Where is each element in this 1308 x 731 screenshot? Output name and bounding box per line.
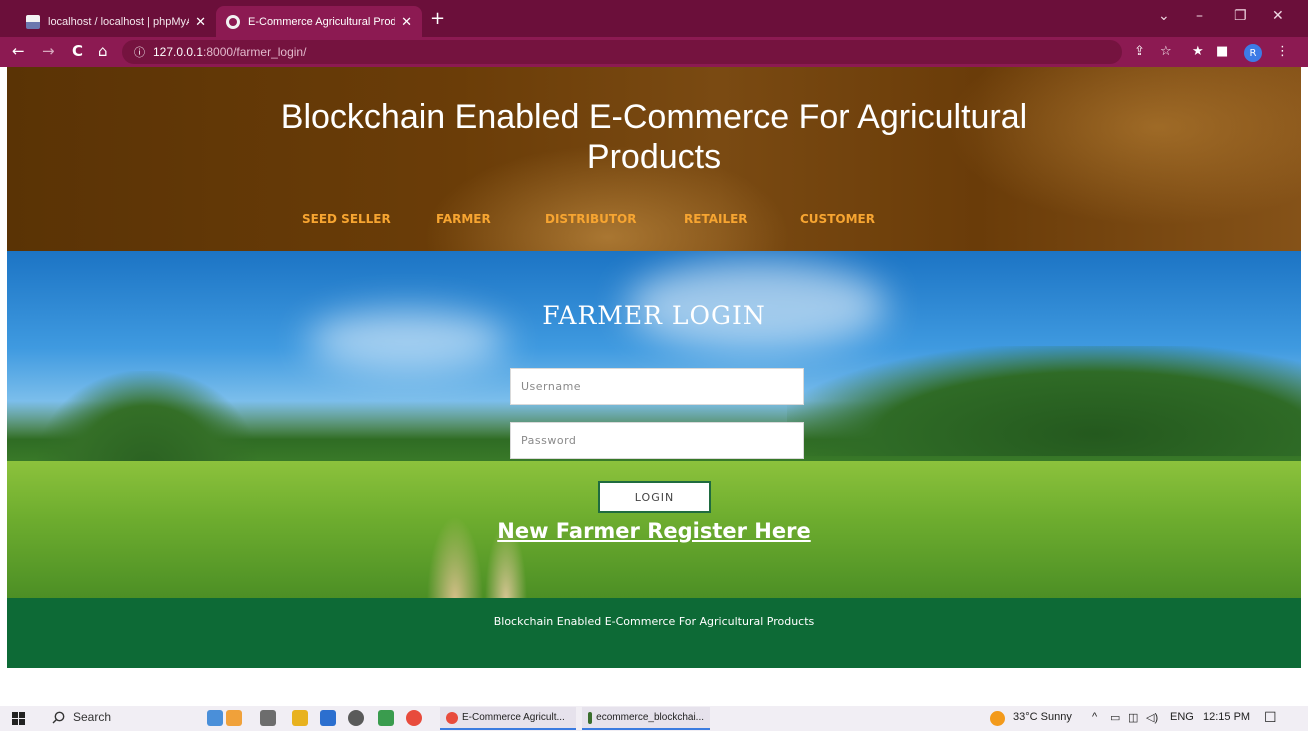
login-button[interactable]: LOGIN	[598, 481, 711, 513]
back-arrow-icon[interactable]: ←	[12, 44, 25, 59]
footer-text: Blockchain Enabled E-Commerce For Agricu…	[493, 615, 815, 628]
tab-title: E-Commerce Agricultural Produc	[248, 15, 396, 28]
url-host: 127.0.0.1	[153, 45, 204, 59]
chrome-icon[interactable]	[406, 710, 422, 726]
battery-icon[interactable]: ▭	[1110, 711, 1120, 724]
phpmyadmin-favicon-icon	[26, 14, 40, 29]
taskbar-app-label: E-Commerce Agricult...	[462, 712, 565, 723]
site-title-text: Blockchain Enabled E-Commerce For Agricu…	[280, 98, 1028, 176]
web-page: Blockchain Enabled E-Commerce For Agricu…	[7, 67, 1301, 671]
share-icon[interactable]: ⇪	[1134, 45, 1145, 58]
language-indicator[interactable]: ENG	[1170, 711, 1194, 723]
nav-distributor[interactable]: DISTRIBUTOR	[545, 212, 636, 226]
mail-icon[interactable]	[320, 710, 336, 726]
browser-address-bar: ← → C ⌂ ⓘ 127.0.0.1:8000/farmer_login/ ⇪…	[0, 37, 1308, 67]
search-icon	[52, 711, 65, 723]
maximize-button[interactable]: ❐	[1234, 8, 1247, 24]
taskbar-app-explorer[interactable]: ecommerce_blockchai...	[582, 707, 710, 730]
username-input[interactable]	[510, 368, 804, 405]
network-icon[interactable]: ◫	[1128, 711, 1138, 724]
close-tab-icon[interactable]: ✕	[195, 14, 206, 30]
url-path: :8000/farmer_login/	[203, 45, 307, 59]
weather-text[interactable]: 33°C Sunny	[1013, 711, 1072, 723]
main-nav: SEED SELLER FARMER DISTRIBUTOR RETAILER …	[7, 212, 1301, 228]
taskbar-app-chrome[interactable]: E-Commerce Agricult...	[440, 707, 576, 730]
nav-retailer[interactable]: RETAILER	[684, 212, 748, 226]
pinned-app-icon[interactable]	[378, 710, 394, 726]
volume-icon[interactable]: ◁)	[1146, 711, 1158, 724]
password-input[interactable]	[510, 422, 804, 459]
taskbar-search[interactable]: Search	[52, 710, 111, 724]
file-explorer-icon[interactable]	[292, 710, 308, 726]
bookmark-star-icon[interactable]: ☆	[1160, 45, 1172, 58]
pinned-app-icon[interactable]	[226, 710, 242, 726]
site-info-icon[interactable]: ⓘ	[134, 44, 145, 60]
weather-sun-icon	[990, 711, 1005, 726]
side-panel-icon[interactable]: ■	[1216, 45, 1228, 58]
os-taskbar: Search E-Commerce Agricult... ecommerce_…	[0, 706, 1308, 731]
clock[interactable]: 12:15 PM	[1203, 711, 1250, 723]
tab-search-dropdown-icon[interactable]: ⌄	[1158, 8, 1170, 24]
globe-favicon-icon	[226, 14, 240, 29]
register-link-container: New Farmer Register Here	[7, 519, 1301, 543]
home-icon[interactable]: ⌂	[98, 44, 108, 59]
folder-icon	[588, 711, 593, 724]
task-view-icon[interactable]	[260, 710, 276, 726]
dell-icon[interactable]	[348, 710, 364, 726]
tray-chevron-icon[interactable]: ^	[1092, 711, 1097, 723]
taskbar-app-label: ecommerce_blockchai...	[596, 712, 704, 723]
nav-seed-seller[interactable]: SEED SELLER	[302, 212, 391, 226]
tab-ecommerce[interactable]: E-Commerce Agricultural Produc ✕	[216, 6, 422, 37]
tab-title: localhost / localhost | phpMyAdm	[48, 15, 189, 28]
login-hero: FARMER LOGIN LOGIN New Farmer Register H…	[7, 251, 1301, 598]
site-title: Blockchain Enabled E-Commerce For Agricu…	[7, 97, 1301, 177]
minimize-button[interactable]: –	[1196, 8, 1203, 24]
nav-customer[interactable]: CUSTOMER	[800, 212, 875, 226]
forest-decoration	[787, 346, 1301, 456]
close-window-button[interactable]: ✕	[1272, 8, 1284, 24]
tab-phpmyadmin[interactable]: localhost / localhost | phpMyAdm ✕	[16, 6, 216, 37]
close-tab-icon[interactable]: ✕	[401, 14, 412, 30]
profile-avatar[interactable]: R	[1244, 44, 1262, 62]
search-label: Search	[73, 710, 112, 724]
menu-kebab-icon[interactable]: ⋮	[1276, 45, 1289, 58]
extensions-icon[interactable]: ★	[1192, 45, 1204, 58]
reload-icon[interactable]: C	[72, 44, 83, 59]
windows-start-icon[interactable]	[12, 712, 26, 726]
forward-arrow-icon[interactable]: →	[42, 44, 55, 59]
pinned-app-icon[interactable]	[207, 710, 223, 726]
browser-tab-bar: localhost / localhost | phpMyAdm ✕ E-Com…	[0, 0, 1308, 37]
new-tab-button[interactable]: +	[430, 10, 445, 28]
login-heading: FARMER LOGIN	[542, 301, 766, 330]
chrome-icon	[446, 711, 458, 724]
notification-icon[interactable]: ☐	[1264, 709, 1277, 726]
url-field[interactable]: ⓘ 127.0.0.1:8000/farmer_login/	[122, 40, 1122, 64]
register-link[interactable]: New Farmer Register Here	[497, 519, 810, 543]
site-footer: Blockchain Enabled E-Commerce For Agricu…	[7, 598, 1301, 668]
site-header: Blockchain Enabled E-Commerce For Agricu…	[7, 67, 1301, 251]
nav-farmer[interactable]: FARMER	[436, 212, 491, 226]
